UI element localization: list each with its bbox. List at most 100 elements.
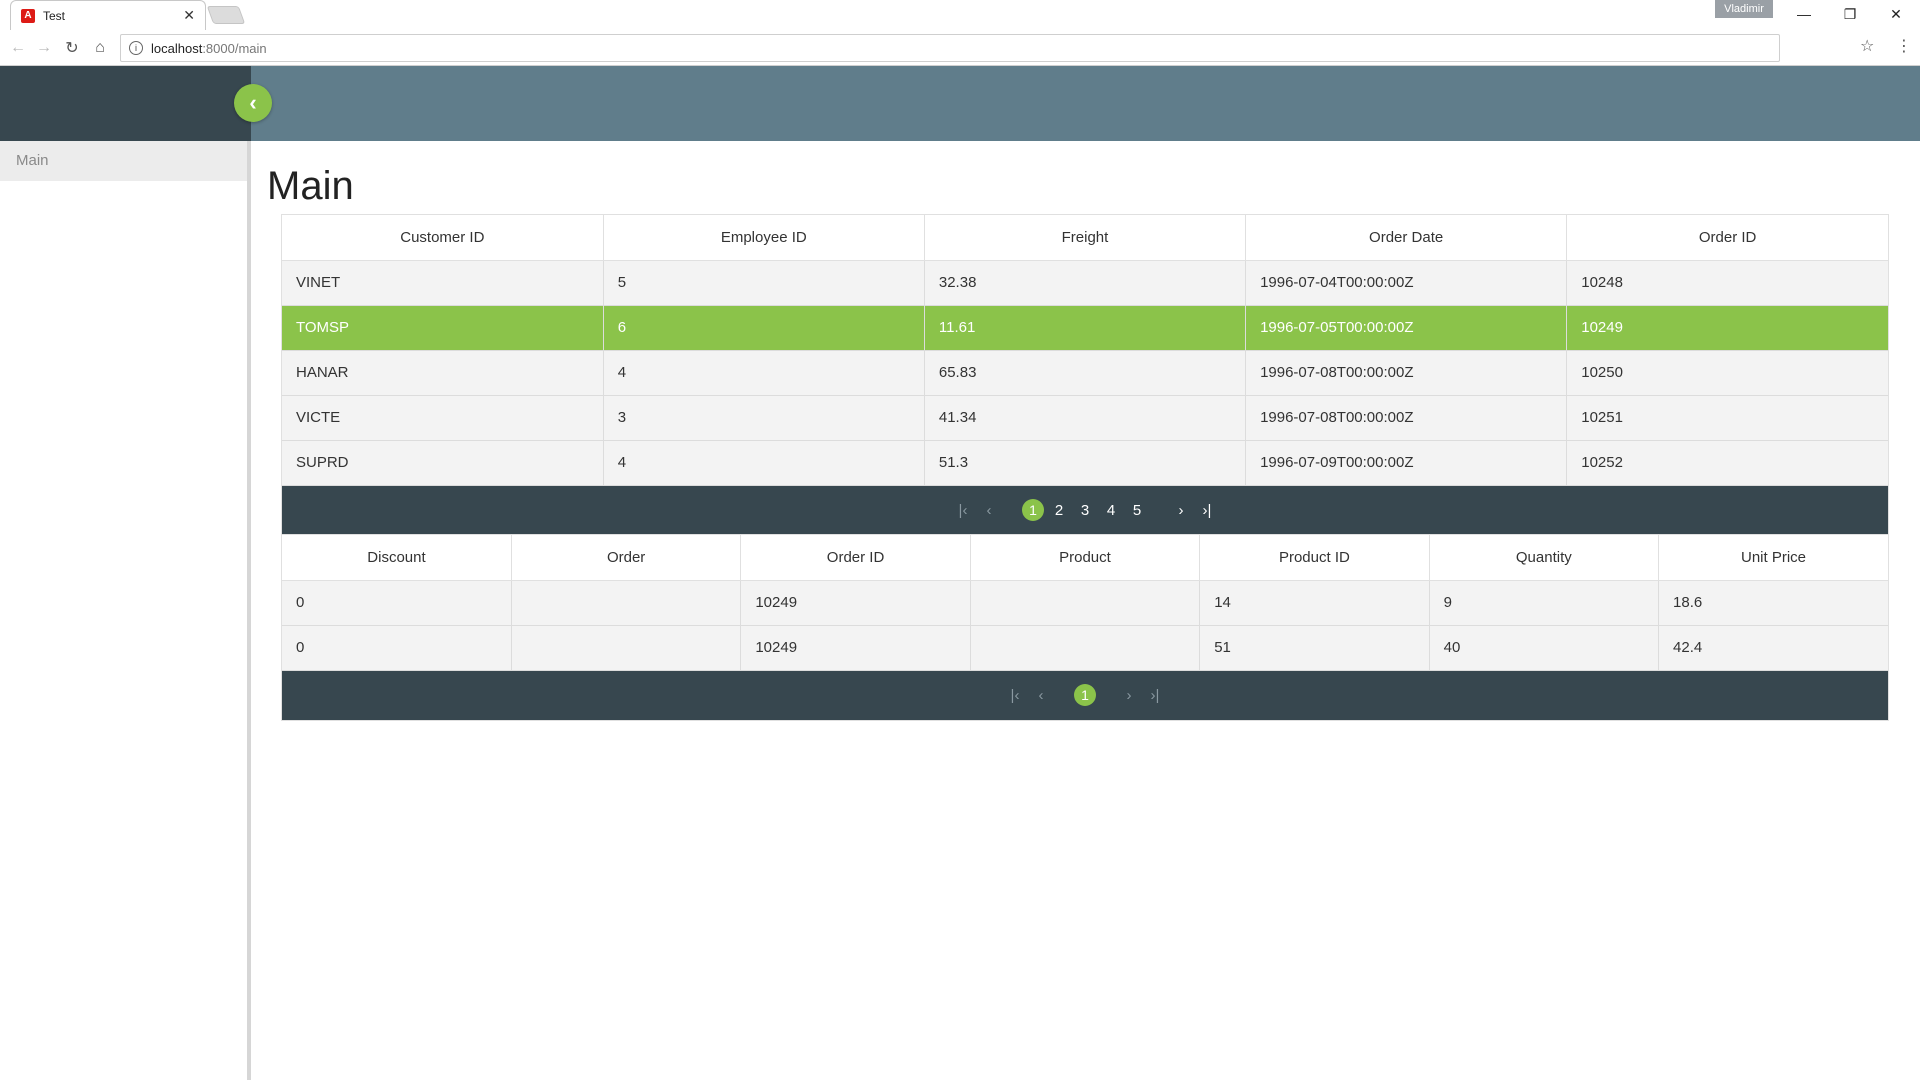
- browser-tabbar: A Test ✕ Vladimir — ❐ ✕: [0, 0, 1920, 30]
- new-tab-button[interactable]: [206, 6, 246, 24]
- column-header[interactable]: Order Date: [1245, 215, 1568, 261]
- home-icon[interactable]: ⌂: [88, 36, 112, 60]
- tab-close-icon[interactable]: ✕: [183, 7, 195, 24]
- table-cell: 10249: [1566, 305, 1888, 351]
- table-cell: VICTE: [282, 395, 604, 441]
- column-header[interactable]: Employee ID: [603, 215, 925, 261]
- angular-favicon-icon: A: [21, 8, 35, 23]
- page-title: Main: [267, 164, 354, 208]
- table-cell: [511, 580, 742, 626]
- table-cell: 10249: [740, 580, 971, 626]
- details-header-row: Discount Order Order ID Product Product …: [282, 535, 1888, 581]
- column-header[interactable]: Order: [511, 535, 742, 581]
- table-cell: 14: [1199, 580, 1430, 626]
- last-page-icon[interactable]: ›|: [1194, 502, 1220, 519]
- table-cell: 5: [603, 260, 925, 306]
- table-row[interactable]: SUPRD 4 51.3 1996-07-09T00:00:00Z 10252: [282, 440, 1888, 486]
- table-row[interactable]: VICTE 3 41.34 1996-07-08T00:00:00Z 10251: [282, 395, 1888, 441]
- browser-toolbar: ← → ↻ ⌂ i localhost:8000/main ☆ ⋮: [0, 30, 1920, 66]
- prev-page-icon[interactable]: ‹: [976, 502, 1002, 519]
- bookmark-star-icon[interactable]: ☆: [1860, 36, 1874, 56]
- details-pager: |‹ ‹ 1 › ›|: [282, 670, 1888, 720]
- forward-icon[interactable]: →: [32, 36, 56, 60]
- page-button[interactable]: 4: [1098, 502, 1124, 519]
- table-cell: TOMSP: [282, 305, 604, 351]
- page-button[interactable]: 3: [1072, 502, 1098, 519]
- table-cell: 1996-07-05T00:00:00Z: [1245, 305, 1568, 351]
- table-cell: 1996-07-08T00:00:00Z: [1245, 395, 1568, 441]
- column-header[interactable]: Product ID: [1199, 535, 1430, 581]
- restore-button[interactable]: ❐: [1828, 0, 1872, 28]
- sidebar-header: [0, 66, 251, 141]
- last-page-icon[interactable]: ›|: [1142, 687, 1168, 704]
- table-cell: 0: [282, 625, 512, 671]
- table-cell: 1996-07-09T00:00:00Z: [1245, 440, 1568, 486]
- table-cell: 6: [603, 305, 925, 351]
- browser-tab[interactable]: A Test ✕: [10, 0, 206, 30]
- column-header[interactable]: Order ID: [1566, 215, 1888, 261]
- table-cell: 40: [1429, 625, 1660, 671]
- table-cell: 4: [603, 440, 925, 486]
- column-header[interactable]: Order ID: [740, 535, 971, 581]
- browser-menu-icon[interactable]: ⋮: [1896, 36, 1912, 56]
- table-row[interactable]: VINET 5 32.38 1996-07-04T00:00:00Z 10248: [282, 260, 1888, 306]
- main-content: Main: [267, 141, 354, 209]
- profile-badge[interactable]: Vladimir: [1715, 0, 1773, 18]
- table-cell: 11.61: [924, 305, 1247, 351]
- first-page-icon[interactable]: |‹: [950, 502, 976, 519]
- table-cell: 0: [282, 580, 512, 626]
- table-cell: 9: [1429, 580, 1660, 626]
- address-bar[interactable]: i localhost:8000/main: [120, 34, 1780, 62]
- url-host: localhost: [151, 40, 203, 56]
- back-icon[interactable]: ←: [6, 36, 30, 60]
- next-page-icon[interactable]: ›: [1168, 502, 1194, 519]
- order-details-grid: Discount Order Order ID Product Product …: [281, 534, 1889, 721]
- table-cell: 32.38: [924, 260, 1247, 306]
- page-button-current[interactable]: 1: [1074, 684, 1096, 706]
- table-cell: 18.6: [1658, 580, 1888, 626]
- table-cell: 3: [603, 395, 925, 441]
- column-header[interactable]: Customer ID: [282, 215, 604, 261]
- table-cell: [511, 625, 742, 671]
- table-row[interactable]: HANAR 4 65.83 1996-07-08T00:00:00Z 10250: [282, 350, 1888, 396]
- first-page-icon[interactable]: |‹: [1002, 687, 1028, 704]
- column-header[interactable]: Quantity: [1429, 535, 1660, 581]
- sidebar-toggle-button[interactable]: ‹: [234, 84, 272, 122]
- orders-pager: |‹ ‹ 1 2 3 4 5 › ›|: [282, 485, 1888, 535]
- minimize-button[interactable]: —: [1782, 0, 1826, 28]
- column-header[interactable]: Freight: [924, 215, 1247, 261]
- reload-icon[interactable]: ↻: [60, 36, 84, 60]
- table-cell: 10251: [1566, 395, 1888, 441]
- close-window-button[interactable]: ✕: [1874, 0, 1918, 28]
- table-cell: HANAR: [282, 350, 604, 396]
- table-row[interactable]: 0 10249 14 9 18.6: [282, 580, 1888, 626]
- table-cell: 65.83: [924, 350, 1247, 396]
- sidebar-item-main[interactable]: Main: [0, 141, 247, 181]
- tab-title: Test: [43, 8, 66, 23]
- table-row[interactable]: 0 10249 51 40 42.4: [282, 625, 1888, 671]
- page-button[interactable]: 2: [1046, 502, 1072, 519]
- table-row-selected[interactable]: TOMSP 6 11.61 1996-07-05T00:00:00Z 10249: [282, 305, 1888, 351]
- table-cell: VINET: [282, 260, 604, 306]
- table-cell: SUPRD: [282, 440, 604, 486]
- table-cell: 1996-07-08T00:00:00Z: [1245, 350, 1568, 396]
- table-cell: 4: [603, 350, 925, 396]
- column-header[interactable]: Discount: [282, 535, 512, 581]
- column-header[interactable]: Unit Price: [1658, 535, 1888, 581]
- orders-grid: Customer ID Employee ID Freight Order Da…: [281, 214, 1889, 536]
- table-cell: 41.34: [924, 395, 1247, 441]
- table-cell: 10249: [740, 625, 971, 671]
- table-cell: [970, 625, 1201, 671]
- table-cell: 42.4: [1658, 625, 1888, 671]
- info-icon[interactable]: i: [129, 41, 143, 55]
- app-header: [0, 66, 1920, 141]
- page-button-current[interactable]: 1: [1022, 499, 1044, 521]
- table-cell: 10248: [1566, 260, 1888, 306]
- column-header[interactable]: Product: [970, 535, 1201, 581]
- page-button[interactable]: 5: [1124, 502, 1150, 519]
- url-path: :8000/main: [202, 40, 267, 56]
- sidebar: Main: [0, 141, 251, 1080]
- prev-page-icon[interactable]: ‹: [1028, 687, 1054, 704]
- next-page-icon[interactable]: ›: [1116, 687, 1142, 704]
- table-cell: 10250: [1566, 350, 1888, 396]
